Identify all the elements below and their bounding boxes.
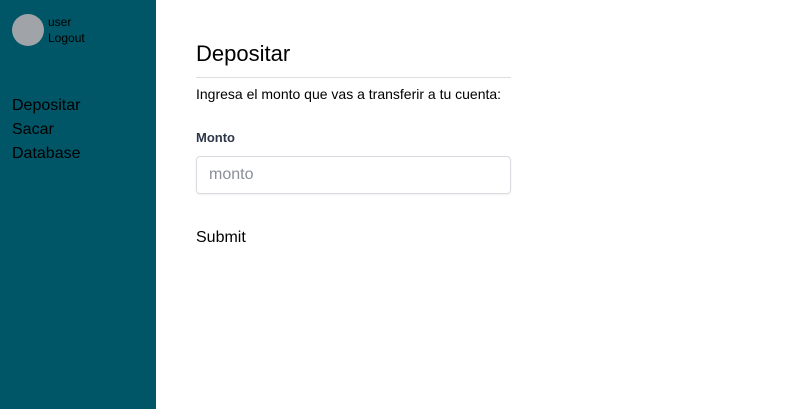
main-content: Depositar Ingresa el monto que vas a tra… [156, 0, 792, 409]
sidebar-item-database[interactable]: Database [12, 142, 81, 166]
sidebar-item-depositar[interactable]: Depositar [12, 94, 81, 118]
sidebar-item-sacar[interactable]: Sacar [12, 118, 81, 142]
submit-button[interactable]: Submit [196, 228, 246, 248]
username: user [48, 15, 72, 29]
deposit-form-container: Depositar Ingresa el monto que vas a tra… [196, 40, 511, 248]
sidebar-nav: Depositar Sacar Database [12, 94, 81, 166]
monto-label: Monto [196, 130, 235, 145]
user-block: user Logout [12, 14, 85, 46]
sidebar: user Logout Depositar Sacar Database [0, 0, 156, 409]
user-info: user Logout [48, 14, 85, 46]
avatar [12, 14, 44, 46]
monto-input[interactable] [196, 156, 511, 194]
app-layout: user Logout Depositar Sacar Database Dep… [0, 0, 792, 409]
page-subtitle: Ingresa el monto que vas a transferir a … [196, 86, 502, 102]
logout-link[interactable]: Logout [48, 30, 85, 46]
page-title: Depositar [196, 40, 511, 78]
